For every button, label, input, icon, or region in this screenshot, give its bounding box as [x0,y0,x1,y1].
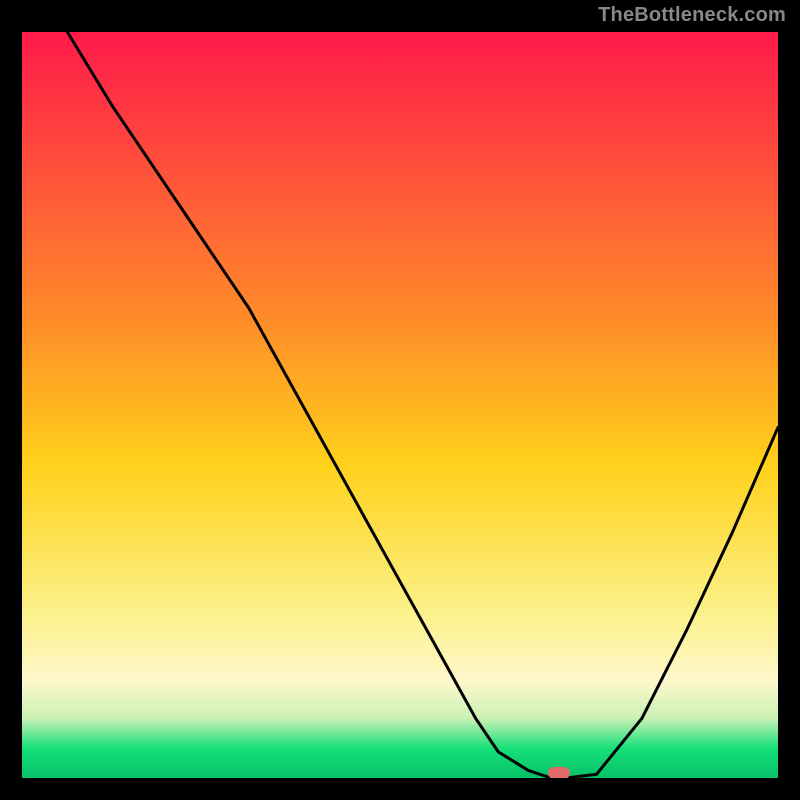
chart-stage: TheBottleneck.com [0,0,800,800]
watermark-text: TheBottleneck.com [598,4,786,27]
bottleneck-curve [67,32,778,778]
curve-layer [22,32,778,778]
optimal-point-marker [548,767,570,779]
plot-frame [18,28,782,782]
